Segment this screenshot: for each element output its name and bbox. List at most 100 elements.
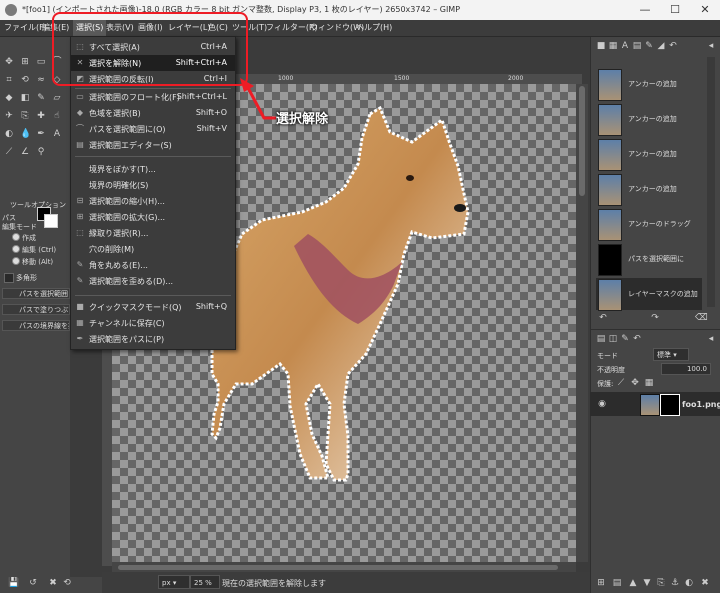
menu-item-distort[interactable]: ✎ 選択範囲を歪める(D)... [71, 273, 235, 289]
menu-item-by-color[interactable]: ◆ 色域を選択(B) Shift+O [71, 105, 235, 121]
menu-item-border[interactable]: ⬚ 縁取り選択(R)... [71, 225, 235, 241]
polygon-checkbox[interactable] [4, 273, 14, 283]
history-item[interactable]: アンカーの追加 [596, 68, 702, 101]
path-tool-icon[interactable]: ✒ [36, 129, 46, 139]
rotate-tool-icon[interactable]: ⟲ [20, 75, 30, 85]
new-group-icon[interactable]: ▤ [611, 577, 623, 589]
close-button[interactable]: ✕ [690, 0, 720, 20]
crop-tool-icon[interactable]: ⌗ [4, 75, 14, 85]
clone-tool-icon[interactable]: ⎘ [20, 111, 30, 121]
mode-select[interactable]: 標準 ▾ [653, 348, 689, 361]
history-scrollbar[interactable] [707, 57, 715, 307]
dock-menu-icon[interactable]: ◂ [705, 40, 717, 52]
menu-item-sharpen[interactable]: 境界の明確化(S) [71, 177, 235, 193]
doc-tab-icon[interactable]: ▤ [631, 40, 643, 52]
measure-tool-icon[interactable]: ∠ [20, 147, 30, 157]
brush-tab-icon[interactable]: ■ [595, 40, 607, 52]
mode-move-radio[interactable] [12, 257, 20, 265]
restore-options-icon[interactable]: ↺ [28, 578, 38, 588]
smudge-tool-icon[interactable]: ☝ [52, 111, 62, 121]
vertical-scrollbar[interactable] [576, 84, 588, 562]
align-tool-icon[interactable]: ⊞ [20, 57, 30, 67]
path-to-selection-button[interactable]: パスを選択範囲 [2, 288, 70, 299]
paths-tab-icon[interactable]: ✎ [619, 333, 631, 345]
blur-tool-icon[interactable]: 💧 [20, 129, 31, 139]
move-tool-icon[interactable]: ✥ [4, 57, 14, 67]
horizontal-scroll-thumb[interactable] [118, 565, 558, 570]
text-tool-icon[interactable]: A [52, 129, 62, 139]
paintbrush-icon[interactable]: ✎ [36, 93, 46, 103]
menu-item-to-path[interactable]: ✒ 選択範囲をパスに(P) [71, 331, 235, 347]
heal-tool-icon[interactable]: ✚ [36, 111, 46, 121]
menu-item-shrink[interactable]: ⊟ 選択範囲の縮小(H)... [71, 193, 235, 209]
unit-select[interactable]: px ▾ [158, 575, 190, 589]
history-item[interactable]: アンカーの追加 [596, 138, 702, 171]
pattern-tab-icon[interactable]: ▦ [607, 40, 619, 52]
undo-history-tab-icon[interactable]: ↶ [667, 40, 679, 52]
menu-item-feather[interactable]: 境界をぼかす(T)... [71, 161, 235, 177]
history-item[interactable]: アンカーのドラッグ [596, 208, 702, 241]
menu-item-remove-holes[interactable]: 穴の削除(M) [71, 241, 235, 257]
opacity-field[interactable]: 100.0 [661, 363, 711, 375]
history-item[interactable]: パスを選択範囲に [596, 243, 702, 276]
stroke-path-button[interactable]: パスの境界線を描 [2, 320, 70, 331]
clear-history-icon[interactable]: ⌫ [695, 312, 708, 324]
gradient-tool-icon[interactable]: ◧ [20, 93, 30, 103]
vertical-scroll-thumb[interactable] [579, 86, 585, 196]
menu-item-save-channel[interactable]: ▦ チャンネルに保存(C) [71, 315, 235, 331]
menu-item-grow[interactable]: ⊞ 選択範囲の拡大(G)... [71, 209, 235, 225]
mode-design-radio[interactable] [12, 233, 20, 241]
raise-layer-icon[interactable]: ▲ [627, 577, 639, 589]
rect-select-icon[interactable]: ▭ [36, 57, 46, 67]
layer-row[interactable]: ◉ foo1.png [590, 392, 720, 416]
anchor-layer-icon[interactable]: ⚓ [669, 577, 681, 589]
channels-tab-icon[interactable]: ◫ [607, 333, 619, 345]
layers-tab-icon[interactable]: ▤ [595, 333, 607, 345]
lock-alpha-icon[interactable]: ▦ [643, 377, 655, 389]
edit-tab-icon[interactable]: ✎ [643, 40, 655, 52]
bucket-fill-icon[interactable]: ◆ [4, 93, 14, 103]
maximize-button[interactable]: ☐ [660, 0, 690, 20]
menu-item-from-path[interactable]: ⌒ パスを選択範囲に(O) Shift+V [71, 121, 235, 137]
layers-menu-icon[interactable]: ◂ [705, 333, 717, 345]
undo-tab-icon[interactable]: ↶ [631, 333, 643, 345]
save-options-icon[interactable]: 💾 [8, 578, 19, 588]
history-item[interactable]: アンカーの追加 [596, 103, 702, 136]
mode-edit-radio[interactable] [12, 245, 20, 253]
new-layer-icon[interactable]: ⊞ [595, 577, 607, 589]
background-color-swatch[interactable] [44, 214, 58, 228]
menu-file[interactable]: ファイル(F) [4, 22, 47, 33]
grow-icon: ⊞ [76, 212, 84, 221]
lower-layer-icon[interactable]: ▼ [641, 577, 653, 589]
visibility-eye-icon[interactable]: ◉ [596, 398, 608, 410]
reset-options-icon[interactable]: ⟲ [62, 578, 72, 588]
font-tab-icon[interactable]: A [619, 40, 631, 52]
eraser-icon[interactable]: ▱ [52, 93, 62, 103]
menu-item-editor[interactable]: ▤ 選択範囲エディター(S) [71, 137, 235, 153]
delete-layer-icon[interactable]: ✖ [699, 577, 711, 589]
fill-path-button[interactable]: パスで塗りつぶす [2, 304, 70, 315]
horizontal-scrollbar[interactable] [112, 562, 576, 572]
history-item[interactable]: アンカーの追加 [596, 173, 702, 206]
delete-options-icon[interactable]: ✖ [48, 578, 58, 588]
airbrush-icon[interactable]: ✈ [4, 111, 14, 121]
history-item-selected[interactable]: レイヤーマスクの追加 [596, 278, 702, 311]
paint-tab-icon[interactable]: ◢ [655, 40, 667, 52]
minimize-button[interactable]: — [630, 0, 660, 20]
undo-icon[interactable]: ↶ [597, 312, 609, 324]
zoom-select[interactable]: 25 % [190, 575, 220, 589]
lock-pixels-icon[interactable]: ⟋ [615, 377, 627, 389]
dodge-tool-icon[interactable]: ◐ [4, 129, 14, 139]
menu-item-float[interactable]: ▭ 選択範囲のフロート化(F) Shift+Ctrl+L [71, 89, 235, 105]
color-picker-icon[interactable]: ⟋ [4, 147, 14, 157]
menu-item-rounded-rect[interactable]: ✎ 角を丸める(E)... [71, 257, 235, 273]
zoom-tool-icon[interactable]: ⚲ [36, 147, 46, 157]
menu-help[interactable]: ヘルプ(H) [356, 22, 392, 33]
channel-icon: ▦ [76, 318, 84, 327]
mask-layer-icon[interactable]: ◐ [683, 577, 695, 589]
warp-tool-icon[interactable]: ≈ [36, 75, 46, 85]
duplicate-layer-icon[interactable]: ⎘ [655, 577, 667, 589]
redo-icon[interactable]: ↷ [649, 312, 661, 324]
menu-item-quick-mask[interactable]: ■ クイックマスクモード(Q) Shift+Q [71, 299, 235, 315]
lock-position-icon[interactable]: ✥ [629, 377, 641, 389]
